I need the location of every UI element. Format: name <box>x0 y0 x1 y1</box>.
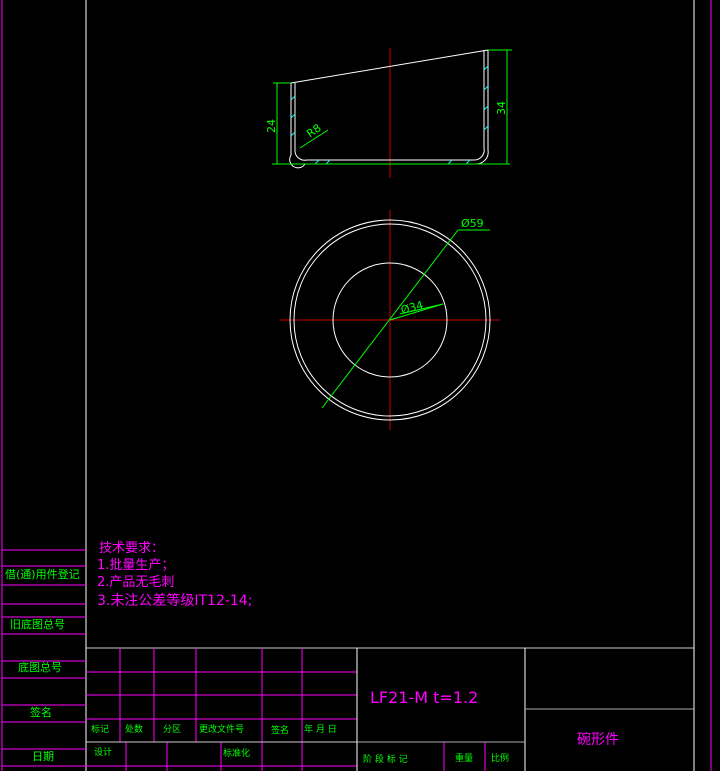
title-block-grid <box>86 647 694 771</box>
label-old-base-number: 旧底图总号 <box>10 617 65 631</box>
notes-title: 技术要求： <box>99 541 164 556</box>
header-signature: 签名 <box>271 724 289 736</box>
dimension-34: 34 <box>495 101 508 115</box>
label-stage-mark: 阶 段 标 记 <box>363 753 408 765</box>
label-base-number: 底图总号 <box>18 660 62 674</box>
header-mark: 标记 <box>91 723 109 735</box>
plan-view <box>280 210 500 430</box>
note-item: 2.产品无毛刺 <box>97 575 174 590</box>
label-date: 日期 <box>32 750 54 763</box>
material-spec: LF21-M t=1.2 <box>370 688 478 707</box>
cad-drawing: 借(通)用件登记 旧底图总号 底图总号 签名 日期 24 34 R8 Ø59 Ø… <box>1 0 712 771</box>
note-item: 1.批量生产； <box>97 558 174 573</box>
label-standardization: 标准化 <box>223 747 250 759</box>
dimension-24: 24 <box>265 119 278 133</box>
note-item: 3.未注公差等级IT12-14; <box>97 592 252 609</box>
side-view <box>272 48 512 178</box>
label-scale: 比例 <box>491 752 509 764</box>
dimension-dia-59: Ø59 <box>461 217 484 230</box>
left-strip-grid <box>2 549 86 767</box>
label-borrowed-parts: 借(通)用件登记 <box>5 567 80 581</box>
header-zone: 分区 <box>163 724 181 735</box>
part-name: 碗形件 <box>577 732 619 748</box>
label-signature: 签名 <box>30 705 52 719</box>
label-weight: 重量 <box>455 752 473 764</box>
label-design: 设计 <box>94 746 112 758</box>
header-date: 年 月 日 <box>304 723 337 735</box>
header-change-doc: 更改文件号 <box>199 723 244 735</box>
header-count: 处数 <box>125 723 143 735</box>
dimension-r8: R8 <box>304 121 323 140</box>
